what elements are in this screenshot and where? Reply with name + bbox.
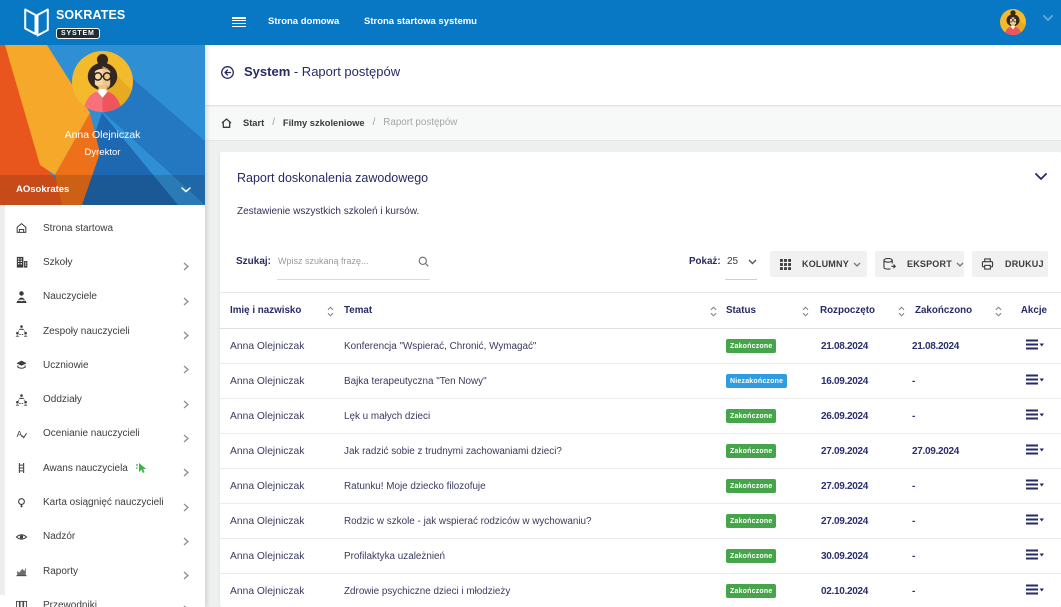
svg-text:A: A	[16, 429, 22, 439]
